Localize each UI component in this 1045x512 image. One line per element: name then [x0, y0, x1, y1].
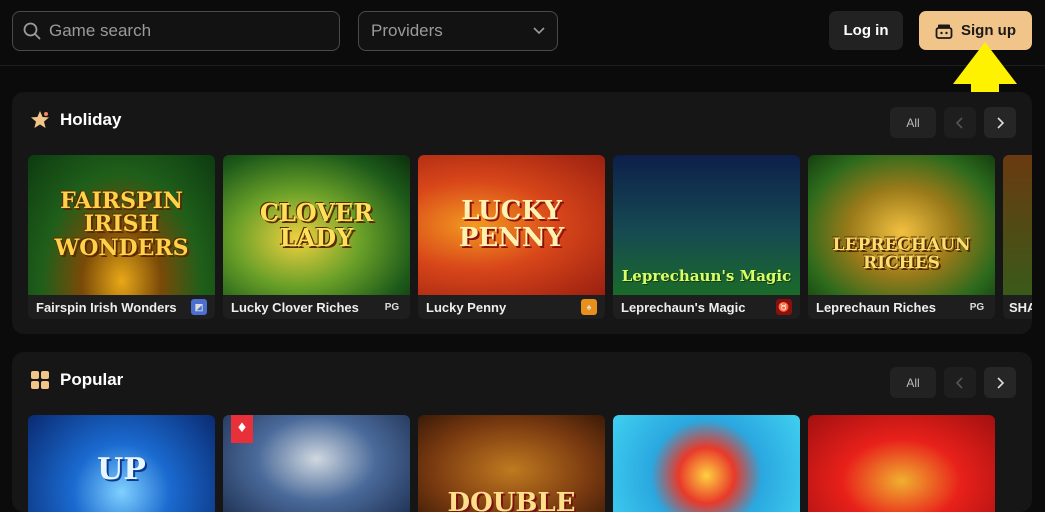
game-carousel: FAIRSPIN IRISH WONDERS Fairspin Irish Wo…	[28, 155, 1032, 319]
game-card[interactable]: LEPRECHAUN RICHES Leprechaun Riches PG	[808, 155, 995, 319]
providers-dropdown[interactable]: Providers	[358, 11, 558, 51]
game-thumbnail[interactable]	[613, 415, 800, 512]
next-button[interactable]	[984, 107, 1016, 138]
section-header: Holiday	[30, 110, 121, 130]
game-thumbnail[interactable]: FAIRSPIN IRISH WONDERS	[28, 155, 215, 295]
game-card[interactable]: SHA	[1003, 155, 1032, 319]
grid-icon	[31, 371, 49, 389]
game-thumbnail[interactable]: LEPRECHAUN RICHES	[808, 155, 995, 295]
game-footer: Lucky Penny ♠	[418, 295, 605, 319]
all-label: All	[906, 375, 920, 390]
chevron-left-icon	[956, 376, 963, 389]
search-input[interactable]	[49, 21, 309, 41]
red-devil-icon: ♉	[776, 299, 792, 315]
chevron-down-icon	[533, 27, 545, 35]
search-icon	[23, 22, 41, 40]
fairspin-icon: ◩	[191, 299, 207, 315]
section-title: Holiday	[60, 110, 122, 129]
game-art-title: FAIRSPIN IRISH WONDERS	[54, 188, 189, 261]
game-name: Leprechaun Riches	[816, 299, 936, 315]
section-title: Popular	[60, 370, 124, 389]
game-card[interactable]: Leprechaun's Magic Leprechaun's Magic ♉	[613, 155, 800, 319]
game-art-title: Leprechaun's Magic	[621, 267, 792, 286]
game-name: Leprechaun's Magic	[621, 299, 746, 315]
game-thumbnail[interactable]: UP	[28, 415, 215, 512]
game-card[interactable]	[808, 415, 995, 512]
signup-label: Sign up	[961, 22, 1016, 39]
game-art-title: LUCKY PENNY	[458, 195, 565, 253]
login-label: Log in	[843, 22, 889, 39]
star-icon	[31, 111, 49, 128]
game-card[interactable]: DOUBLE	[418, 415, 605, 512]
shield-icon: ♠	[581, 299, 597, 315]
game-name: Lucky Clover Riches	[231, 299, 359, 315]
section-popular: Popular All UP ♦ DOUBLE	[12, 352, 1032, 512]
section-holiday: Holiday All FAIRSPIN IRISH WONDERS Fairs…	[12, 92, 1032, 334]
game-card[interactable]	[613, 415, 800, 512]
top-bar: Providers Log in Sign up	[0, 0, 1045, 66]
game-thumbnail[interactable]: Leprechaun's Magic	[613, 155, 800, 295]
game-footer: Fairspin Irish Wonders ◩	[28, 295, 215, 319]
game-name: Lucky Penny	[426, 299, 507, 315]
section-header: Popular	[30, 370, 123, 390]
chevron-right-icon	[997, 116, 1004, 129]
prev-button[interactable]	[944, 107, 976, 138]
game-art-title: DOUBLE	[447, 487, 576, 512]
game-thumbnail[interactable]	[808, 415, 995, 512]
next-button[interactable]	[984, 367, 1016, 398]
providers-label: Providers	[371, 21, 443, 40]
game-card[interactable]: UP	[28, 415, 215, 512]
game-name: Fairspin Irish Wonders	[36, 299, 177, 315]
game-thumbnail[interactable]	[1003, 155, 1032, 295]
game-thumbnail[interactable]: DOUBLE	[418, 415, 605, 512]
game-footer: Lucky Clover Riches PG	[223, 295, 410, 319]
game-card[interactable]: CLOVER LADY Lucky Clover Riches PG	[223, 155, 410, 319]
hot-badge-icon: ♦	[231, 415, 253, 443]
game-name: SHA	[1009, 299, 1032, 315]
game-art-title: LEPRECHAUN RICHES	[832, 235, 971, 274]
game-thumbnail[interactable]: CLOVER LADY	[223, 155, 410, 295]
game-carousel: UP ♦ DOUBLE	[28, 415, 995, 512]
game-card[interactable]: ♦	[223, 415, 410, 512]
all-button[interactable]: All	[890, 107, 936, 138]
game-card[interactable]: FAIRSPIN IRISH WONDERS Fairspin Irish Wo…	[28, 155, 215, 319]
game-footer: Leprechaun Riches PG	[808, 295, 995, 319]
pg-provider-icon: PG	[384, 301, 400, 313]
game-footer: Leprechaun's Magic ♉	[613, 295, 800, 319]
game-art-title: CLOVER LADY	[259, 197, 374, 252]
game-footer: SHA	[1003, 295, 1032, 319]
chevron-left-icon	[956, 116, 963, 129]
pg-provider-icon: PG	[969, 301, 985, 313]
game-card[interactable]: LUCKY PENNY Lucky Penny ♠	[418, 155, 605, 319]
search-box[interactable]	[12, 11, 340, 51]
login-button[interactable]: Log in	[829, 11, 903, 50]
prev-button[interactable]	[944, 367, 976, 398]
chevron-right-icon	[997, 376, 1004, 389]
game-thumbnail[interactable]: LUCKY PENNY	[418, 155, 605, 295]
all-label: All	[906, 115, 920, 130]
game-art-title: UP	[97, 452, 146, 488]
game-thumbnail[interactable]: ♦	[223, 415, 410, 512]
gift-icon	[935, 24, 953, 39]
all-button[interactable]: All	[890, 367, 936, 398]
